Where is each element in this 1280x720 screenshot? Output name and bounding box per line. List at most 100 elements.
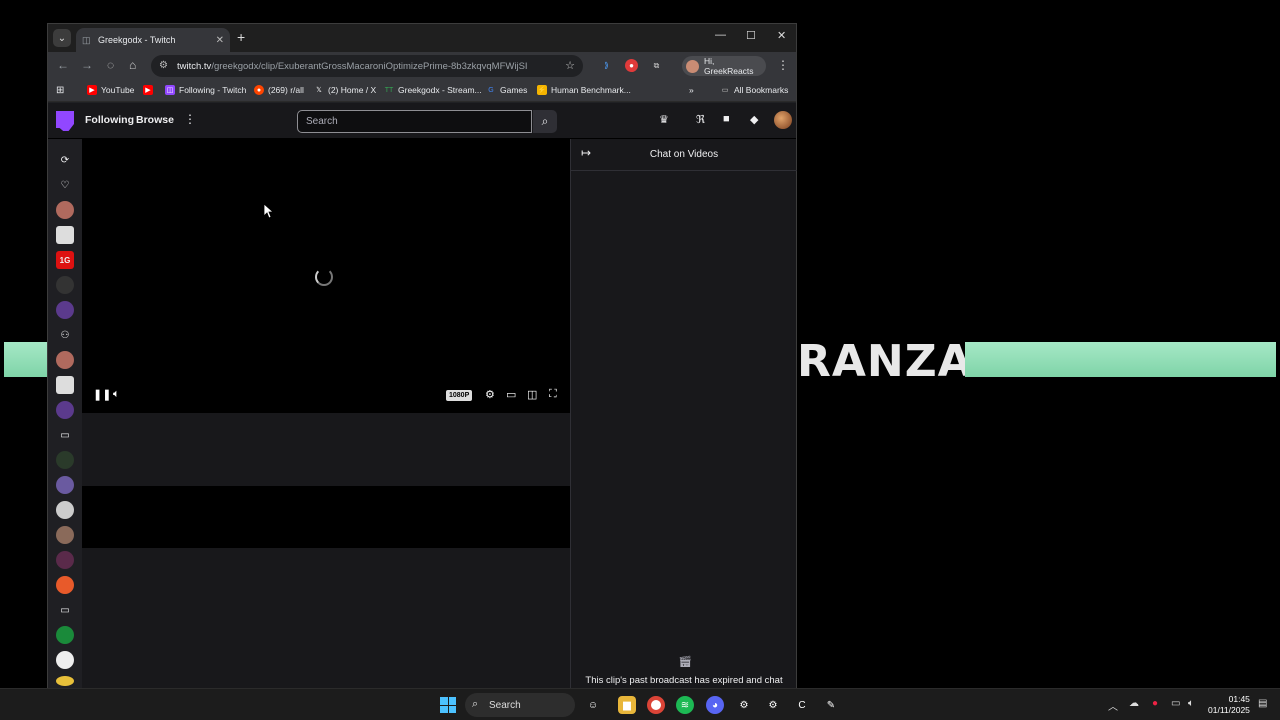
more-options-icon[interactable]: ⋮ (184, 112, 196, 126)
fullscreen-icon[interactable]: ⛶ (549, 388, 557, 401)
steam-icon[interactable]: ⚙ (735, 696, 753, 714)
browser-tab[interactable]: ◫ Greekgodx - Twitch ✕ (76, 28, 230, 52)
nav-following[interactable]: Following (85, 114, 134, 126)
apps-grid-icon[interactable]: ⊞ (56, 85, 64, 96)
bookmark-greekgodx-stream[interactable]: TT Greekgodx - Stream... (384, 85, 482, 95)
go-live-icon[interactable]: ■ (723, 113, 730, 125)
home-icon[interactable]: ⌂ (129, 58, 136, 72)
profile-label: Hi, GreekReacts (703, 56, 754, 76)
channel-avatar[interactable]: 1G (56, 251, 74, 269)
bookmark-youtube-2[interactable]: ▶ (143, 85, 157, 95)
channel-avatar[interactable] (56, 351, 74, 369)
bookmark-label: (2) Home / X (328, 85, 377, 95)
channel-avatar[interactable] (56, 626, 74, 644)
side-nav: ⟳ ♡ 1G ⚇ ▭ ▭ (48, 139, 82, 688)
minimize-button[interactable]: — (715, 29, 726, 41)
clock-time: 01:45 (1228, 694, 1250, 704)
add-friend-icon[interactable]: ⚇ (56, 326, 74, 344)
microphone-icon[interactable]: ● (1152, 698, 1158, 709)
twitch-logo-icon[interactable] (56, 111, 74, 131)
bits-icon[interactable]: ◆ (750, 113, 758, 126)
extensions-puzzle-icon[interactable]: ⧉ (650, 59, 663, 72)
more-bookmarks-button[interactable]: » (689, 85, 694, 95)
discord-icon[interactable]: ◕ (706, 696, 724, 714)
search-icon: ⌕ (472, 698, 479, 710)
channel-avatar[interactable] (56, 401, 74, 419)
browser-menu-icon[interactable]: ⋮ (777, 58, 789, 72)
channel-avatar[interactable] (56, 451, 74, 469)
theatre-mode-icon[interactable]: ▭ (506, 388, 516, 401)
channel-avatar[interactable] (56, 301, 74, 319)
all-bookmarks-button[interactable]: ▭ All Bookmarks (720, 85, 789, 95)
search-icon[interactable]: ⌕ (533, 110, 557, 133)
settings-icon[interactable]: ⚙ (764, 696, 782, 714)
video-player[interactable]: ❚❚ 🔈︎ 1080P ⚙ ▭ ◫ ⛶ (82, 139, 570, 413)
bookmark-following-twitch[interactable]: ◫ Following - Twitch (165, 85, 246, 95)
camera-icon[interactable]: ▭ (56, 601, 74, 619)
sidebar-toggle-icon[interactable]: ◫ (527, 388, 537, 401)
maximize-button[interactable]: ☐ (746, 29, 756, 42)
channel-avatar[interactable] (56, 376, 74, 394)
spotify-icon[interactable]: ≋ (676, 696, 694, 714)
prime-crown-icon[interactable]: ♛ (659, 113, 669, 126)
translate-icon[interactable]: ℜ (696, 113, 705, 126)
pen-tool-icon[interactable]: ✎ (822, 696, 840, 714)
channel-avatar[interactable] (56, 276, 74, 294)
tab-close-icon[interactable]: ✕ (216, 35, 224, 46)
taskbar-search[interactable]: ⌕ Search (465, 693, 575, 717)
benchmark-icon: ⚡ (537, 85, 547, 95)
channel-avatar[interactable] (56, 501, 74, 519)
close-window-button[interactable]: ✕ (777, 29, 786, 42)
volume-icon[interactable]: 🔈︎ (1188, 698, 1194, 709)
new-tab-button[interactable]: + (237, 29, 245, 45)
site-info-icon[interactable]: ⚙ (159, 60, 168, 71)
recommended-icon[interactable]: ⟳ (56, 151, 74, 169)
address-bar[interactable]: ⚙ twitch.tv/greekgodx/clip/ExuberantGros… (151, 55, 583, 77)
bookmarks-bar: ⊞ ▶ YouTube ▶ ◫ Following - Twitch ● (26… (48, 80, 796, 102)
user-avatar[interactable] (774, 111, 792, 129)
start-button[interactable] (440, 697, 456, 713)
browser-window: ⌄ ◫ Greekgodx - Twitch ✕ + — ☐ ✕ ← → ◌ ⌂… (47, 23, 797, 688)
channel-avatar[interactable] (56, 576, 74, 594)
bookmark-x[interactable]: 𝕏 (2) Home / X (314, 85, 376, 95)
heart-icon[interactable]: ♡ (56, 176, 74, 194)
bookmark-youtube[interactable]: ▶ YouTube (87, 85, 134, 95)
tray-overflow-icon[interactable]: ︿ (1108, 698, 1118, 713)
channel-avatar[interactable] (56, 551, 74, 569)
pause-icon[interactable]: ❚❚ (93, 388, 111, 401)
widget-icon[interactable]: ☺ (584, 696, 602, 714)
search-input[interactable]: Search (297, 110, 532, 133)
bookmark-games[interactable]: G Games (486, 85, 527, 95)
bookmark-star-icon[interactable]: ☆ (565, 59, 575, 72)
network-icon[interactable]: ▭ (1171, 698, 1180, 709)
tab-search-button[interactable]: ⌄ (53, 29, 71, 47)
file-explorer-icon[interactable]: ▆ (618, 696, 636, 714)
cloud-icon[interactable]: ☁ (1129, 698, 1139, 709)
volume-icon[interactable]: 🔈︎ (113, 388, 120, 401)
channel-avatar[interactable] (56, 226, 74, 244)
chrome-icon[interactable] (647, 696, 665, 714)
ccleaner-icon[interactable]: C (793, 696, 811, 714)
channel-avatar[interactable] (56, 676, 74, 686)
notifications-icon[interactable]: ▤ (1258, 698, 1267, 709)
extension-icon[interactable]: ⟫ (600, 59, 613, 72)
bookmark-human-benchmark[interactable]: ⚡ Human Benchmark... (537, 85, 631, 95)
settings-gear-icon[interactable]: ⚙ (485, 388, 495, 401)
profile-button[interactable]: Hi, GreekReacts (682, 56, 766, 76)
taskbar-clock[interactable]: 01:45 01/11/2025 (1208, 694, 1250, 716)
loading-icon[interactable]: ◌ (107, 58, 114, 72)
recording-extension-icon[interactable]: ● (625, 59, 638, 72)
channel-avatar[interactable] (56, 201, 74, 219)
nav-browse[interactable]: Browse (136, 114, 174, 126)
channel-avatar[interactable] (56, 476, 74, 494)
clip-strip (82, 486, 570, 548)
bookmark-reddit[interactable]: ● (269) r/all (254, 85, 304, 95)
back-icon[interactable]: ← (57, 58, 69, 72)
forward-icon[interactable]: → (81, 58, 93, 72)
browser-toolbar: ← → ◌ ⌂ ⚙ twitch.tv/greekgodx/clip/Exube… (48, 52, 796, 80)
channel-avatar[interactable] (56, 526, 74, 544)
channel-avatar[interactable] (56, 651, 74, 669)
camera-icon[interactable]: ▭ (56, 426, 74, 444)
url-host: twitch.tv (177, 60, 212, 72)
bookmark-label: Following - Twitch (179, 85, 247, 95)
